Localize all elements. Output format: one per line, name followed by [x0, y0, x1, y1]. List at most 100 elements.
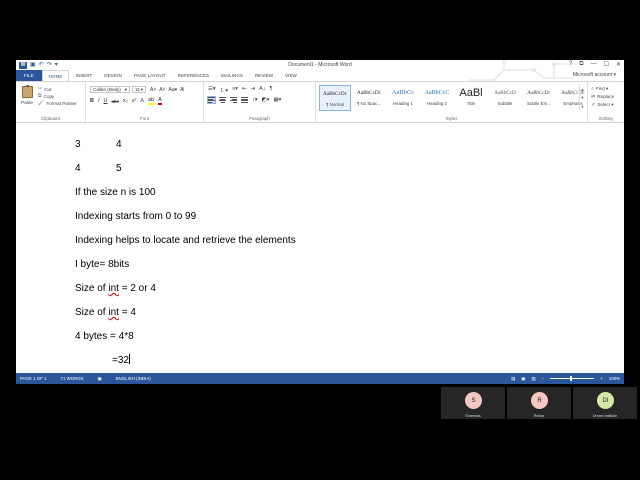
pilcrow-icon[interactable]: ¶ — [270, 86, 273, 94]
underline-button[interactable]: U — [104, 98, 108, 104]
language-indicator[interactable]: ENGLISH (INDIA) — [116, 376, 151, 381]
search-icon: ⌕ — [591, 86, 594, 92]
document-line: Size of int = 4 — [75, 307, 136, 318]
bullets-icon[interactable]: ☰▾ — [208, 86, 216, 94]
tab-references[interactable]: REFERENCES — [172, 70, 215, 81]
participant-tile[interactable]: DI Dream Institute — [573, 387, 637, 419]
format-painter-button[interactable]: 🖌 Format Painter — [38, 100, 77, 107]
read-mode-icon[interactable]: ▤ — [511, 376, 515, 382]
font-name-select[interactable]: Calibri (Body) ▾ — [90, 86, 130, 93]
align-right-icon[interactable] — [230, 97, 237, 103]
avatar: R — [531, 392, 548, 409]
editing-actions: ⌕ Find ▾ ⇄ Replace ➚ Select ▾ — [591, 85, 614, 109]
shrink-font-icon[interactable]: A˅ — [159, 87, 165, 93]
shading-icon[interactable]: ◩▾ — [262, 97, 270, 103]
zoom-slider-handle[interactable] — [570, 376, 573, 381]
text-effects-button[interactable]: A — [140, 98, 144, 104]
style-no-spacing[interactable]: AaBbCcDc ¶ No Spac... — [353, 85, 385, 111]
style-title[interactable]: AaBl Title — [455, 85, 487, 111]
bold-button[interactable]: B — [90, 98, 94, 104]
italic-button[interactable]: I — [98, 98, 100, 104]
increase-indent-icon[interactable]: ⇥ — [251, 86, 256, 94]
borders-icon[interactable]: ▦▾ — [273, 97, 281, 103]
misspelled-word[interactable]: int — [108, 307, 119, 318]
justify-icon[interactable] — [241, 97, 248, 103]
text-run: Size of — [75, 283, 109, 294]
strikethrough-button[interactable]: abc — [112, 99, 119, 104]
zoom-in-button[interactable]: + — [600, 376, 603, 381]
page-indicator[interactable]: PAGE 1 OF 1 — [20, 376, 47, 381]
styles-scroll[interactable]: ▲ ▼ ▾ — [579, 85, 585, 111]
align-left-icon[interactable] — [207, 96, 216, 104]
font-size-select[interactable]: 11 ▾ — [132, 86, 146, 93]
style-subtle-emphasis[interactable]: AaBbCcDc Subtle Em... — [523, 85, 555, 111]
zoom-slider[interactable] — [550, 376, 595, 381]
font-size-value: 11 — [135, 87, 140, 92]
style-normal[interactable]: AaBbCcDc ¶ Normal — [319, 85, 351, 111]
numbering-icon[interactable]: ⒈▾ — [220, 86, 228, 94]
close-button[interactable]: ✕ — [616, 61, 621, 68]
tab-design[interactable]: DESIGN — [98, 70, 128, 81]
chevron-down-icon[interactable]: ▼ — [581, 95, 585, 100]
avatar: S — [465, 392, 482, 409]
change-case-icon[interactable]: Aa▾ — [169, 87, 178, 93]
document-line: Indexing starts from 0 to 99 — [75, 211, 197, 222]
copy-label: Copy — [43, 94, 55, 99]
highlight-button[interactable]: ab — [148, 97, 155, 105]
replace-button[interactable]: ⇄ Replace — [591, 93, 614, 101]
circuit-decoration-icon — [469, 60, 579, 81]
document-area[interactable]: 34 45 If the size n is 100 Indexing star… — [16, 124, 624, 373]
line-spacing-icon[interactable]: ↕▾ — [252, 97, 258, 103]
decrease-indent-icon[interactable]: ⇤ — [242, 86, 247, 94]
participant-tile[interactable]: S Shreenas — [441, 387, 505, 419]
align-center-icon[interactable] — [219, 97, 226, 103]
zoom-out-button[interactable]: − — [542, 376, 545, 381]
select-button[interactable]: ➚ Select ▾ — [591, 101, 614, 109]
word-count[interactable]: 71 WORDS — [61, 376, 84, 381]
style-sample: AaBl — [459, 86, 483, 99]
minimize-button[interactable]: — — [591, 61, 597, 68]
proofing-icon[interactable]: ▣ — [97, 376, 101, 382]
print-layout-icon[interactable]: ▣ — [521, 376, 525, 382]
web-layout-icon[interactable]: ▥ — [531, 376, 535, 382]
subscript-button[interactable]: x₂ — [123, 98, 128, 104]
participant-tile[interactable]: R Rekha — [507, 387, 571, 419]
cut-button[interactable]: ✂ Cut — [38, 86, 77, 93]
tab-mailings[interactable]: MAILINGS — [215, 70, 249, 81]
tab-review[interactable]: REVIEW — [249, 70, 279, 81]
tab-file[interactable]: FILE — [16, 70, 42, 81]
zoom-level[interactable]: 100% — [609, 376, 620, 381]
paste-label: Paste — [21, 100, 33, 105]
document-line: Indexing helps to locate and retrieve th… — [75, 235, 296, 246]
participant-name: Shreenas — [465, 414, 481, 418]
font-color-button[interactable]: A — [158, 97, 162, 105]
styles-group: AaBbCcDc ¶ Normal AaBbCcDc ¶ No Spac... Aa… — [316, 82, 588, 122]
grow-font-icon[interactable]: A˄ — [150, 87, 156, 93]
style-sample: AaBbCcD — [494, 89, 516, 96]
paragraph-group: ☰▾ ⒈▾ ≡▾ ⇤ ⇥ A↓ ¶ ↕▾ ◩▾ ▦▾ Paragraph — [204, 82, 316, 122]
tab-view[interactable]: VIEW — [279, 70, 303, 81]
style-subtitle[interactable]: AaBbCcD Subtitle — [489, 85, 521, 111]
account-button[interactable]: Microsoft account ▾ — [573, 72, 616, 78]
clear-formatting-icon[interactable]: A̸ — [180, 87, 183, 93]
copy-button[interactable]: ⧉ Copy — [38, 93, 77, 100]
chevron-up-icon[interactable]: ▲ — [581, 87, 585, 92]
chevron-down-icon: ▾ — [140, 86, 143, 92]
multilevel-list-icon[interactable]: ≡▾ — [232, 86, 238, 94]
find-button[interactable]: ⌕ Find ▾ — [591, 85, 614, 93]
superscript-button[interactable]: x² — [132, 98, 137, 104]
style-heading-2[interactable]: AaBbCcC Heading 2 — [421, 85, 453, 111]
format-painter-label: Format Painter — [46, 101, 77, 106]
maximize-button[interactable]: ☐ — [604, 61, 609, 68]
sort-icon[interactable]: A↓ — [259, 86, 265, 94]
style-sample: AaBbCc — [391, 89, 415, 96]
tab-insert[interactable]: INSERT — [69, 70, 98, 81]
more-styles-icon[interactable]: ▾ — [581, 104, 583, 109]
misspelled-word[interactable]: int — [108, 283, 119, 294]
chevron-down-icon: ▾ — [124, 86, 127, 92]
tab-page-layout[interactable]: PAGE LAYOUT — [128, 70, 172, 81]
paste-button[interactable]: Paste — [20, 85, 34, 105]
style-heading-1[interactable]: AaBbCc Heading 1 — [387, 85, 419, 111]
cursor-icon: ➚ — [591, 102, 596, 108]
tab-home[interactable]: HOME — [41, 70, 70, 81]
